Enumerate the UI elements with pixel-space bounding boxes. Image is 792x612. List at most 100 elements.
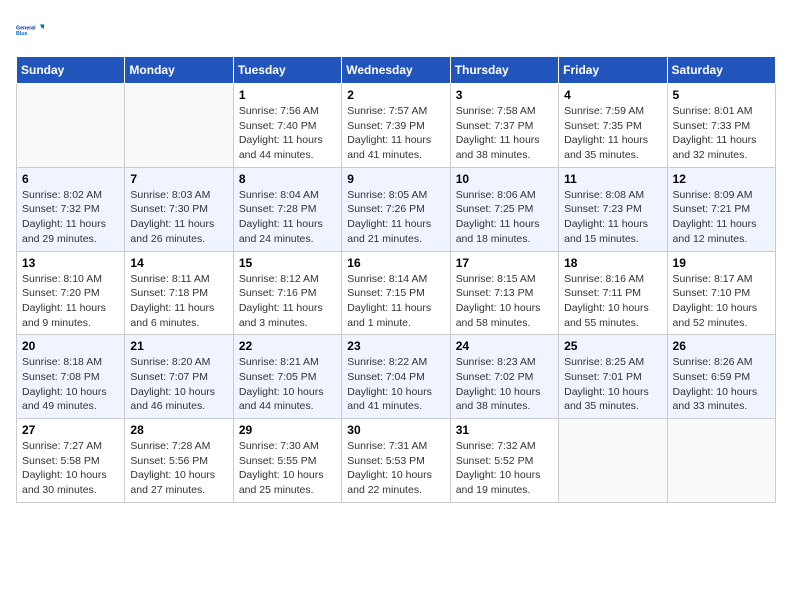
calendar-cell: 9Sunrise: 8:05 AMSunset: 7:26 PMDaylight… [342,167,450,251]
calendar-cell [667,419,775,503]
calendar-cell: 26 Sunrise: 8:26 AMSunset: 6:59 PMDayligh… [667,335,775,419]
calendar-week-row: 6 Sunrise: 8:02 AMSunset: 7:32 PMDaylight… [17,167,776,251]
calendar-week-row: 1Sunrise: 7:56 AMSunset: 7:40 PMDaylight… [17,84,776,168]
day-number: 14 [130,256,227,270]
day-number: 19 [673,256,770,270]
day-number: 1 [239,88,336,102]
day-detail: Sunrise: 7:30 AMSunset: 5:55 PMDaylight:… [239,439,336,498]
day-detail: Sunrise: 7:32 AMSunset: 5:52 PMDaylight:… [456,439,553,498]
day-of-week-header: Sunday [17,57,125,84]
day-number: 12 [673,172,770,186]
day-number: 26 [673,339,770,353]
day-detail: Sunrise: 8:16 AMSunset: 7:11 PMDaylight:… [564,272,661,331]
day-number: 4 [564,88,661,102]
day-number: 20 [22,339,119,353]
day-detail: Sunrise: 7:57 AMSunset: 7:39 PMDaylight:… [347,104,444,163]
calendar-cell: 13 Sunrise: 8:10 AMSunset: 7:20 PMDayligh… [17,251,125,335]
calendar-cell: 12 Sunrise: 8:09 AMSunset: 7:21 PMDayligh… [667,167,775,251]
logo: General Blue [16,16,44,44]
svg-text:Blue: Blue [16,31,27,37]
day-detail: Sunrise: 7:27 AMSunset: 5:58 PMDaylight:… [22,439,119,498]
day-number: 13 [22,256,119,270]
day-detail: Sunrise: 7:31 AMSunset: 5:53 PMDaylight:… [347,439,444,498]
calendar-cell: 18 Sunrise: 8:16 AMSunset: 7:11 PMDayligh… [559,251,667,335]
day-detail: Sunrise: 8:02 AMSunset: 7:32 PMDaylight:… [22,188,119,247]
day-number: 17 [456,256,553,270]
calendar-cell: 30 Sunrise: 7:31 AMSunset: 5:53 PMDayligh… [342,419,450,503]
day-of-week-header: Thursday [450,57,558,84]
calendar-cell: 24 Sunrise: 8:23 AMSunset: 7:02 PMDayligh… [450,335,558,419]
day-detail: Sunrise: 8:22 AMSunset: 7:04 PMDaylight:… [347,355,444,414]
day-number: 7 [130,172,227,186]
day-number: 30 [347,423,444,437]
day-number: 8 [239,172,336,186]
day-detail: Sunrise: 8:09 AMSunset: 7:21 PMDaylight:… [673,188,770,247]
calendar-cell: 11 Sunrise: 8:08 AMSunset: 7:23 PMDayligh… [559,167,667,251]
day-number: 25 [564,339,661,353]
calendar-cell: 14Sunrise: 8:11 AMSunset: 7:18 PMDayligh… [125,251,233,335]
day-detail: Sunrise: 8:23 AMSunset: 7:02 PMDaylight:… [456,355,553,414]
day-detail: Sunrise: 8:15 AMSunset: 7:13 PMDaylight:… [456,272,553,331]
day-number: 9 [347,172,444,186]
calendar-cell: 10 Sunrise: 8:06 AMSunset: 7:25 PMDayligh… [450,167,558,251]
calendar-cell: 21 Sunrise: 8:20 AMSunset: 7:07 PMDayligh… [125,335,233,419]
calendar-cell: 2 Sunrise: 7:57 AMSunset: 7:39 PMDaylight… [342,84,450,168]
calendar-cell: 17 Sunrise: 8:15 AMSunset: 7:13 PMDayligh… [450,251,558,335]
day-of-week-header: Saturday [667,57,775,84]
day-detail: Sunrise: 8:20 AMSunset: 7:07 PMDaylight:… [130,355,227,414]
day-detail: Sunrise: 8:12 AMSunset: 7:16 PMDaylight:… [239,272,336,331]
svg-text:General: General [16,25,36,31]
calendar-week-row: 27 Sunrise: 7:27 AMSunset: 5:58 PMDayligh… [17,419,776,503]
calendar-cell: 6 Sunrise: 8:02 AMSunset: 7:32 PMDaylight… [17,167,125,251]
day-number: 2 [347,88,444,102]
calendar-cell: 5Sunrise: 8:01 AMSunset: 7:33 PMDaylight… [667,84,775,168]
day-detail: Sunrise: 8:01 AMSunset: 7:33 PMDaylight:… [673,104,770,163]
day-detail: Sunrise: 8:06 AMSunset: 7:25 PMDaylight:… [456,188,553,247]
calendar-week-row: 20Sunrise: 8:18 AMSunset: 7:08 PMDayligh… [17,335,776,419]
day-number: 27 [22,423,119,437]
calendar-cell: 22 Sunrise: 8:21 AMSunset: 7:05 PMDayligh… [233,335,341,419]
calendar-cell: 25Sunrise: 8:25 AMSunset: 7:01 PMDayligh… [559,335,667,419]
calendar-cell [17,84,125,168]
calendar-cell: 29 Sunrise: 7:30 AMSunset: 5:55 PMDayligh… [233,419,341,503]
day-of-week-header: Wednesday [342,57,450,84]
calendar-cell: 15 Sunrise: 8:12 AMSunset: 7:16 PMDayligh… [233,251,341,335]
day-of-week-header: Tuesday [233,57,341,84]
calendar-cell: 27 Sunrise: 7:27 AMSunset: 5:58 PMDayligh… [17,419,125,503]
day-detail: Sunrise: 8:21 AMSunset: 7:05 PMDaylight:… [239,355,336,414]
calendar-cell: 23 Sunrise: 8:22 AMSunset: 7:04 PMDayligh… [342,335,450,419]
logo-icon: General Blue [16,16,44,44]
day-number: 10 [456,172,553,186]
day-detail: Sunrise: 8:10 AMSunset: 7:20 PMDaylight:… [22,272,119,331]
day-number: 15 [239,256,336,270]
day-number: 11 [564,172,661,186]
calendar-week-row: 13 Sunrise: 8:10 AMSunset: 7:20 PMDayligh… [17,251,776,335]
day-detail: Sunrise: 7:59 AMSunset: 7:35 PMDaylight:… [564,104,661,163]
day-detail: Sunrise: 8:08 AMSunset: 7:23 PMDaylight:… [564,188,661,247]
day-detail: Sunrise: 7:58 AMSunset: 7:37 PMDaylight:… [456,104,553,163]
calendar-cell: 16 Sunrise: 8:14 AMSunset: 7:15 PMDayligh… [342,251,450,335]
calendar-cell [559,419,667,503]
day-number: 28 [130,423,227,437]
day-number: 24 [456,339,553,353]
day-detail: Sunrise: 7:28 AMSunset: 5:56 PMDaylight:… [130,439,227,498]
day-number: 6 [22,172,119,186]
day-number: 22 [239,339,336,353]
day-of-week-header: Monday [125,57,233,84]
day-detail: Sunrise: 8:17 AMSunset: 7:10 PMDaylight:… [673,272,770,331]
day-detail: Sunrise: 8:26 AMSunset: 6:59 PMDaylight:… [673,355,770,414]
day-number: 21 [130,339,227,353]
day-number: 18 [564,256,661,270]
day-detail: Sunrise: 8:14 AMSunset: 7:15 PMDaylight:… [347,272,444,331]
calendar-cell: 28 Sunrise: 7:28 AMSunset: 5:56 PMDayligh… [125,419,233,503]
day-number: 16 [347,256,444,270]
calendar-cell: 1Sunrise: 7:56 AMSunset: 7:40 PMDaylight… [233,84,341,168]
calendar-cell: 31 Sunrise: 7:32 AMSunset: 5:52 PMDayligh… [450,419,558,503]
day-number: 23 [347,339,444,353]
page-header: General Blue [16,16,776,44]
day-of-week-header: Friday [559,57,667,84]
calendar-table: SundayMondayTuesdayWednesdayThursdayFrid… [16,56,776,503]
day-number: 29 [239,423,336,437]
calendar-cell: 19 Sunrise: 8:17 AMSunset: 7:10 PMDayligh… [667,251,775,335]
day-number: 31 [456,423,553,437]
